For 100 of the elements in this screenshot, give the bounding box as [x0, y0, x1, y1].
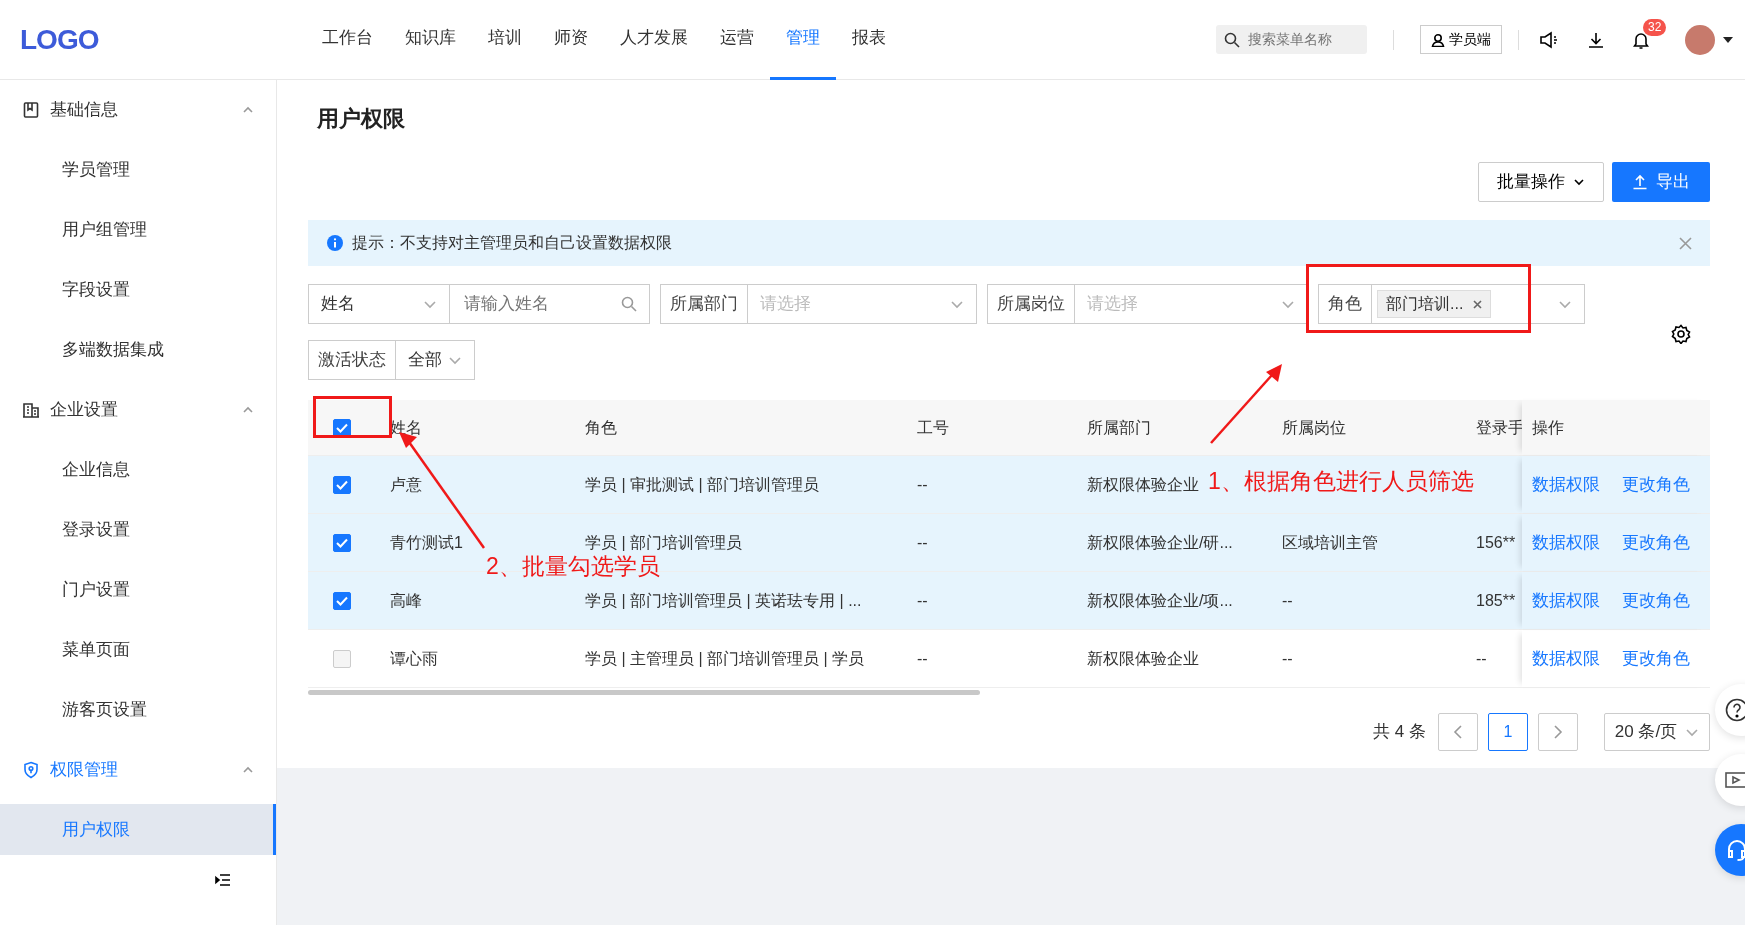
close-icon[interactable]	[1679, 236, 1692, 250]
sidebar-item[interactable]: 多端数据集成	[0, 320, 276, 380]
notification-badge: 32	[1643, 18, 1667, 36]
table-cell: 学员 | 部门培训管理员	[585, 533, 743, 551]
nav-tab[interactable]: 师资	[538, 0, 604, 80]
table-cell: 学员 | 审批测试 | 部门培训管理员	[585, 475, 820, 493]
total-count: 共 4 条	[1373, 721, 1426, 744]
sidebar-item[interactable]: 菜单页面	[0, 620, 276, 680]
column-header: 操作	[1532, 417, 1564, 438]
action-link[interactable]: 数据权限	[1532, 529, 1600, 556]
nav-tab[interactable]: 运营	[704, 0, 770, 80]
headset-icon[interactable]	[1725, 838, 1745, 862]
caret-down-icon[interactable]	[1723, 36, 1733, 43]
page-title: 用户权限	[317, 106, 406, 133]
column-header: 工号	[917, 418, 949, 436]
alert-message: 提示：不支持对主管理员和自己设置数据权限	[352, 233, 672, 253]
table-cell: 区域培训主管	[1282, 533, 1378, 551]
table-cell: --	[917, 533, 928, 551]
table-cell: 新权限体验企业/项...	[1087, 591, 1233, 609]
table-cell: --	[1282, 591, 1293, 609]
table-cell: 156**	[1476, 533, 1516, 551]
table-cell: 高峰	[390, 591, 422, 609]
table-cell: --	[917, 649, 928, 667]
help-icon[interactable]	[1725, 698, 1745, 722]
sidebar-item[interactable]: 登录设置	[0, 500, 276, 560]
book-icon	[22, 101, 40, 119]
download-icon[interactable]	[1587, 30, 1605, 49]
chevron-left-icon[interactable]	[1453, 725, 1463, 739]
nav-tab[interactable]: 工作台	[306, 0, 389, 80]
chevron-right-icon[interactable]	[1553, 725, 1563, 739]
action-link[interactable]: 数据权限	[1532, 471, 1600, 498]
page-size-select[interactable]: 20 条/页	[1604, 713, 1710, 751]
table-cell: 学员 | 部门培训管理员 | 英诺珐专用 | ...	[585, 591, 862, 609]
column-header: 登录手	[1476, 418, 1524, 436]
table-cell: 学员 | 主管理员 | 部门培训管理员 | 学员	[585, 649, 865, 667]
upload-icon	[1632, 174, 1648, 190]
checkmark-icon	[336, 595, 348, 606]
checkbox[interactable]	[333, 533, 351, 552]
action-link[interactable]: 更改角色	[1622, 587, 1690, 614]
building-icon	[22, 401, 40, 419]
column-header: 角色	[585, 418, 617, 436]
table-cell: --	[1476, 649, 1487, 667]
name-field-select[interactable]: 姓名	[308, 284, 450, 324]
search-icon	[1224, 31, 1240, 48]
column-header: 所属部门	[1087, 418, 1151, 436]
sidebar-item[interactable]: 用户组管理	[0, 200, 276, 260]
shield-icon	[22, 761, 40, 779]
sidebar-group[interactable]: 权限管理	[0, 740, 276, 800]
sidebar-item[interactable]: 学员管理	[0, 140, 276, 200]
bell-icon[interactable]	[1633, 30, 1649, 49]
sidebar-item[interactable]: 门户设置	[0, 560, 276, 620]
nav-tab[interactable]: 报表	[836, 0, 902, 80]
export-button[interactable]: 导出	[1612, 162, 1710, 202]
table-cell: 青竹测试1	[390, 533, 463, 551]
checkbox[interactable]	[333, 591, 351, 610]
annotation-text: 1、根据角色进行人员筛选	[1208, 467, 1474, 496]
table-cell: 新权限体验企业/研...	[1087, 533, 1233, 551]
checkbox[interactable]	[333, 475, 351, 494]
checkbox[interactable]	[333, 418, 351, 437]
table-cell: 谭心雨	[390, 649, 438, 667]
chevron-down-icon	[1573, 176, 1585, 188]
avatar[interactable]	[1685, 24, 1715, 55]
logo: LOGO	[19, 22, 100, 57]
video-icon[interactable]	[1725, 771, 1745, 789]
checkmark-icon	[336, 422, 348, 433]
speaker-icon[interactable]	[1539, 30, 1559, 49]
checkbox[interactable]	[333, 649, 351, 668]
outdent-icon[interactable]	[215, 873, 231, 887]
settings-icon[interactable]	[1671, 324, 1691, 344]
nav-tab[interactable]: 培训	[472, 0, 538, 80]
action-link[interactable]: 更改角色	[1622, 645, 1690, 672]
name-search-field[interactable]: 请输入姓名	[450, 284, 650, 324]
table-cell: 新权限体验企业	[1087, 649, 1199, 667]
info-icon	[326, 234, 344, 252]
table-cell: --	[917, 475, 928, 493]
student-portal-button[interactable]: 学员端	[1420, 25, 1502, 54]
batch-actions-button[interactable]: 批量操作	[1478, 162, 1604, 202]
annotation-text: 2、批量勾选学员	[486, 552, 660, 581]
action-link[interactable]: 数据权限	[1532, 645, 1600, 672]
sidebar-item[interactable]: 字段设置	[0, 260, 276, 320]
action-link[interactable]: 更改角色	[1622, 471, 1690, 498]
search-icon	[621, 296, 637, 312]
sidebar-item[interactable]: 游客页设置	[0, 680, 276, 740]
table-cell: --	[1282, 649, 1293, 667]
table-cell: 185**	[1476, 591, 1516, 609]
column-header: 所属岗位	[1282, 418, 1346, 436]
sidebar-group[interactable]: 企业设置	[0, 380, 276, 440]
nav-tab[interactable]: 知识库	[389, 0, 472, 80]
action-link[interactable]: 数据权限	[1532, 587, 1600, 614]
action-link[interactable]: 更改角色	[1622, 529, 1690, 556]
checkmark-icon	[336, 479, 348, 490]
page-button[interactable]: 1	[1488, 713, 1528, 751]
user-icon	[1431, 32, 1445, 47]
table-cell: 新权限体验企业	[1087, 475, 1199, 493]
search-input[interactable]: 搜索菜单名称	[1246, 28, 1356, 51]
search-field[interactable]: 搜索菜单名称	[1216, 25, 1367, 54]
table-cell: 卢意	[390, 475, 422, 493]
sidebar-group[interactable]: 基础信息	[0, 80, 276, 140]
sidebar-item[interactable]: 企业信息	[0, 440, 276, 500]
nav-tab[interactable]: 人才发展	[604, 0, 704, 80]
